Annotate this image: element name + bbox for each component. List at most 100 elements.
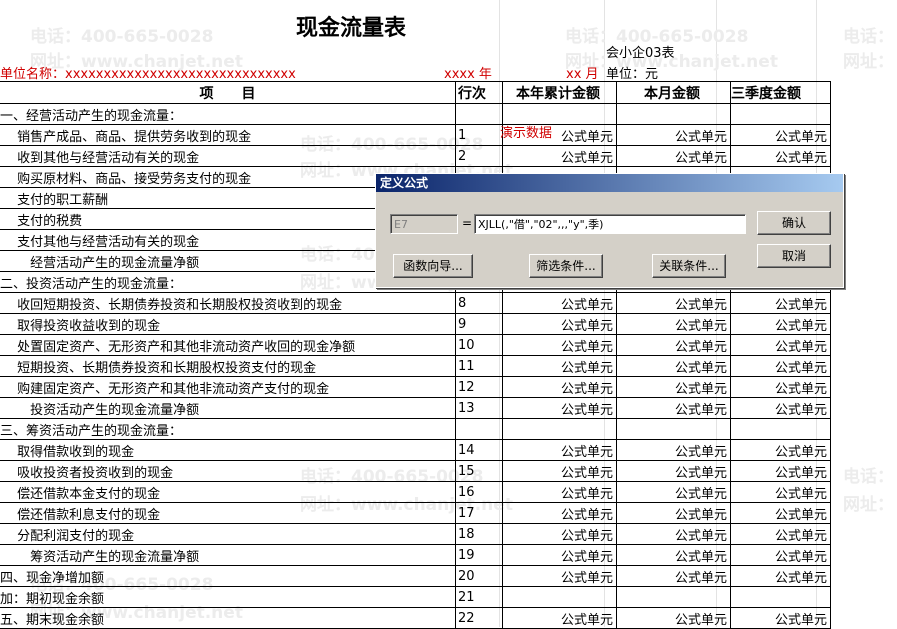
row-month-cell[interactable]: 公式单元	[616, 460, 731, 482]
cash-flow-table: 项 目 行次 本年累计金额 本月金额 三季度金额 一、经营活动产生的现金流量： …	[0, 81, 831, 629]
row-quarter-cell[interactable]: 公式单元	[730, 355, 831, 377]
row-item-cell: 五、期末现金余额	[0, 607, 456, 629]
row-item-cell: 吸收投资者投资收到的现金	[0, 460, 456, 482]
watermark-site-short: 网址：	[843, 495, 894, 515]
row-item-cell: 收回短期投资、长期债券投资和长期股权投资收到的现金	[0, 292, 456, 314]
row-month-cell[interactable]: 公式单元	[616, 145, 731, 167]
define-formula-dialog: 定义公式 E7 = XJLL(,"借","02",,,"y",季) 确认 取消 …	[375, 173, 844, 288]
row-ytd-cell[interactable]: 公式单元	[502, 334, 617, 356]
row-quarter-cell[interactable]: 公式单元	[730, 397, 831, 419]
row-quarter-cell[interactable]: 公式单元	[730, 565, 831, 587]
row-ytd-cell[interactable]: 公式单元	[502, 397, 617, 419]
filter-condition-button[interactable]: 筛选条件...	[529, 254, 603, 278]
row-month-cell[interactable]: 公式单元	[616, 355, 731, 377]
row-item-cell: 偿还借款本金支付的现金	[0, 481, 456, 503]
row-ytd-cell[interactable]: 公式单元	[502, 439, 617, 461]
row-quarter-cell[interactable]: 公式单元	[730, 124, 831, 146]
row-ytd-cell[interactable]: 公式单元	[502, 292, 617, 314]
cell-ref-field: E7	[390, 214, 458, 234]
row-ytd-cell[interactable]: 公式单元	[502, 145, 617, 167]
table-row: 五、期末现金余额 22 公式单元 公式单元 公式单元	[0, 607, 831, 629]
row-line-no-cell: 1	[455, 124, 503, 146]
row-quarter-cell[interactable]: 公式单元	[730, 145, 831, 167]
row-ytd-cell[interactable]: 公式单元	[502, 523, 617, 545]
row-ytd-cell[interactable]: 公式单元	[502, 376, 617, 398]
row-item-cell: 投资活动产生的现金流量净额	[0, 397, 456, 419]
row-item-cell: 销售产成品、商品、提供劳务收到的现金	[0, 124, 456, 146]
row-item-cell: 分配利润支付的现金	[0, 523, 456, 545]
row-line-no-cell: 14	[455, 439, 503, 461]
row-month-cell[interactable]: 公式单元	[616, 397, 731, 419]
row-item-cell: 取得借款收到的现金	[0, 439, 456, 461]
row-month-cell[interactable]: 公式单元	[616, 523, 731, 545]
row-quarter-cell[interactable]: 公式单元	[730, 544, 831, 566]
row-month-cell[interactable]: 公式单元	[616, 607, 731, 629]
currency-label: 单位：元	[606, 67, 659, 82]
row-month-cell[interactable]: 公式单元	[616, 376, 731, 398]
row-quarter-cell[interactable]: 公式单元	[730, 439, 831, 461]
row-ytd-cell[interactable]: 公式单元	[502, 502, 617, 524]
row-month-cell[interactable]	[616, 103, 731, 125]
row-month-cell[interactable]: 公式单元	[616, 544, 731, 566]
table-row: 偿还借款利息支付的现金 17 公式单元 公式单元 公式单元	[0, 502, 831, 524]
row-ytd-cell[interactable]	[502, 586, 617, 608]
row-month-cell[interactable]: 公式单元	[616, 334, 731, 356]
dialog-title: 定义公式	[376, 174, 843, 192]
ok-button[interactable]: 确认	[757, 211, 831, 235]
row-month-cell[interactable]	[616, 418, 731, 440]
link-condition-button[interactable]: 关联条件...	[652, 254, 726, 278]
cancel-button[interactable]: 取消	[757, 244, 831, 268]
row-month-cell[interactable]	[616, 586, 731, 608]
row-quarter-cell[interactable]	[730, 586, 831, 608]
table-header-row: 项 目 行次 本年累计金额 本月金额 三季度金额	[0, 81, 831, 104]
table-row: 分配利润支付的现金 18 公式单元 公式单元 公式单元	[0, 523, 831, 545]
function-wizard-button[interactable]: 函数向导...	[393, 254, 473, 278]
row-ytd-cell[interactable]: 公式单元	[502, 607, 617, 629]
row-quarter-cell[interactable]	[730, 418, 831, 440]
row-quarter-cell[interactable]	[730, 103, 831, 125]
row-line-no-cell: 10	[455, 334, 503, 356]
month-label: xx 月	[566, 67, 599, 82]
row-month-cell[interactable]: 公式单元	[616, 313, 731, 335]
row-month-cell[interactable]: 公式单元	[616, 481, 731, 503]
row-quarter-cell[interactable]: 公式单元	[730, 481, 831, 503]
row-quarter-cell[interactable]: 公式单元	[730, 376, 831, 398]
row-quarter-cell[interactable]: 公式单元	[730, 334, 831, 356]
row-ytd-cell[interactable]	[502, 418, 617, 440]
row-ytd-cell[interactable]: 公式单元	[502, 544, 617, 566]
table-row: 取得借款收到的现金 14 公式单元 公式单元 公式单元	[0, 439, 831, 461]
row-item-cell: 三、筹资活动产生的现金流量：	[0, 418, 456, 440]
row-ytd-cell[interactable]: 公式单元	[502, 481, 617, 503]
table-row: 吸收投资者投资收到的现金 15 公式单元 公式单元 公式单元	[0, 460, 831, 482]
row-month-cell[interactable]: 公式单元	[616, 565, 731, 587]
row-item-cell: 短期投资、长期债券投资和长期股权投资支付的现金	[0, 355, 456, 377]
row-month-cell[interactable]: 公式单元	[616, 292, 731, 314]
row-line-no-cell	[455, 103, 503, 125]
row-month-cell[interactable]: 公式单元	[616, 502, 731, 524]
row-quarter-cell[interactable]: 公式单元	[730, 292, 831, 314]
row-line-no-cell: 9	[455, 313, 503, 335]
row-ytd-cell[interactable]: 公式单元	[502, 565, 617, 587]
row-ytd-cell[interactable]: 公式单元	[502, 355, 617, 377]
row-quarter-cell[interactable]: 公式单元	[730, 460, 831, 482]
row-item-cell: 取得投资收益收到的现金	[0, 313, 456, 335]
row-line-no-cell: 17	[455, 502, 503, 524]
row-month-cell[interactable]: 公式单元	[616, 124, 731, 146]
table-row: 三、筹资活动产生的现金流量：	[0, 418, 831, 440]
row-item-cell: 加：期初现金余额	[0, 586, 456, 608]
row-item-cell: 购建固定资产、无形资产和其他非流动资产支付的现金	[0, 376, 456, 398]
row-quarter-cell[interactable]: 公式单元	[730, 502, 831, 524]
row-ytd-cell[interactable]: 公式单元	[502, 460, 617, 482]
row-ytd-cell[interactable]: 公式单元	[502, 313, 617, 335]
formula-input[interactable]: XJLL(,"借","02",,,"y",季)	[474, 214, 746, 234]
form-code: 会小企03表	[606, 46, 675, 61]
table-row: 短期投资、长期债券投资和长期股权投资支付的现金 11 公式单元 公式单元 公式单元	[0, 355, 831, 377]
table-row: 四、现金净增加额 20 公式单元 公式单元 公式单元	[0, 565, 831, 587]
table-row: 处置固定资产、无形资产和其他非流动资产收回的现金净额 10 公式单元 公式单元 公式单元	[0, 334, 831, 356]
row-item-cell: 收到其他与经营活动有关的现金	[0, 145, 456, 167]
row-quarter-cell[interactable]: 公式单元	[730, 607, 831, 629]
row-month-cell[interactable]: 公式单元	[616, 439, 731, 461]
row-quarter-cell[interactable]: 公式单元	[730, 313, 831, 335]
row-line-no-cell: 2	[455, 145, 503, 167]
row-quarter-cell[interactable]: 公式单元	[730, 523, 831, 545]
